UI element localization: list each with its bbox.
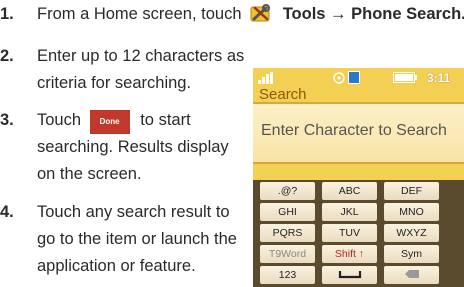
key-sym[interactable]: Sym — [384, 245, 439, 263]
step-text-line: go to the item or launch the — [37, 230, 237, 248]
status-time: 3:11 — [427, 71, 451, 85]
step-text-line: on the screen. — [37, 165, 142, 183]
step-number: 3. — [0, 111, 14, 129]
step-number: 2. — [0, 47, 14, 65]
step-number: 4. — [0, 203, 14, 221]
key-def[interactable]: DEF — [384, 182, 439, 200]
key-t9word[interactable]: T9Word — [260, 245, 315, 263]
step-number: 1. — [0, 5, 14, 23]
key-jkl[interactable]: JKL — [322, 203, 377, 221]
key-wxyz[interactable]: WXYZ — [384, 224, 439, 242]
key-pqrs[interactable]: PQRS — [260, 224, 315, 242]
backspace-icon — [404, 270, 419, 278]
key-mno[interactable]: MNO — [384, 203, 439, 221]
key-tuv[interactable]: TUV — [322, 224, 377, 242]
signal-icon — [258, 72, 273, 84]
search-input[interactable]: Enter Character to Search — [253, 102, 464, 164]
step-text-line: searching. Results display — [37, 138, 229, 156]
step-text: to start — [140, 111, 191, 129]
data-icon — [348, 71, 360, 84]
location-icon — [333, 72, 345, 84]
search-placeholder: Enter Character to Search — [261, 122, 447, 139]
key-delete[interactable] — [384, 266, 439, 284]
key-shift[interactable]: Shift ↑ — [322, 245, 377, 263]
key-ghi[interactable]: GHI — [260, 203, 315, 221]
key-abc[interactable]: ABC — [322, 182, 377, 200]
tools-icon — [250, 4, 271, 22]
battery-icon — [393, 72, 417, 83]
step-text: Touch — [37, 111, 82, 129]
step-text-line: Touch any search result to — [37, 203, 230, 221]
space-bar-icon — [338, 271, 361, 279]
step-menu-path: Tools → Phone Search. — [282, 5, 464, 23]
step-text-line: Enter up to 12 characters as — [37, 47, 245, 65]
status-bar: 3:11 — [253, 68, 464, 88]
key-space[interactable] — [322, 266, 377, 284]
done-button: Done — [89, 110, 130, 134]
keypad: .@? ABC DEF GHI JKL MNO PQRS TUV WXYZ T9… — [253, 180, 464, 287]
step-text-line: criteria for searching. — [37, 74, 192, 92]
key-punct[interactable]: .@? — [260, 182, 315, 200]
step-text: From a Home screen, touch — [37, 5, 242, 23]
key-123[interactable]: 123 — [260, 266, 315, 284]
phone-screenshot: 3:11 Search Enter Character to Search .@… — [253, 68, 464, 287]
step-text-line: application or feature. — [37, 257, 196, 275]
search-title: Search — [259, 86, 307, 103]
